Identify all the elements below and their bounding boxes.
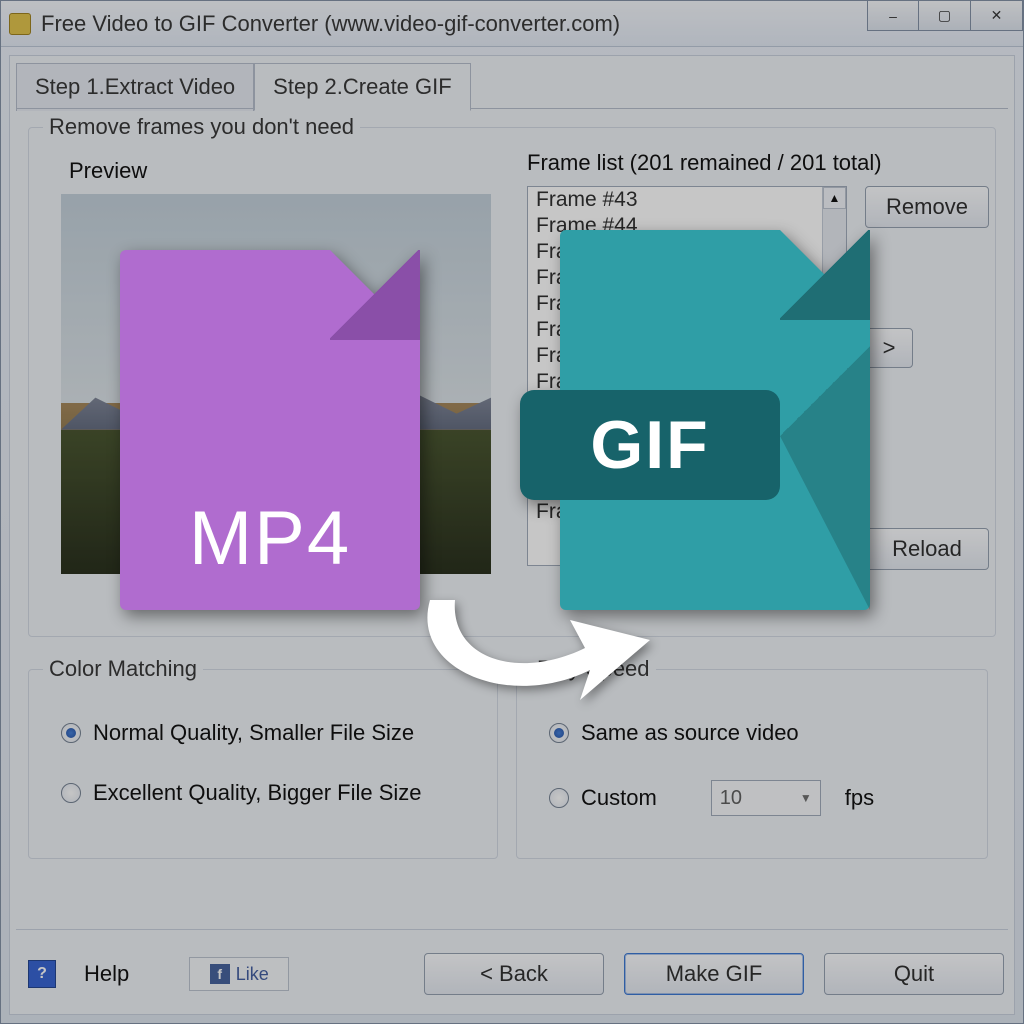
fps-value: 10 bbox=[720, 787, 742, 810]
window-title: Free Video to GIF Converter (www.video-g… bbox=[41, 11, 620, 37]
group-remove-legend: Remove frames you don't need bbox=[43, 114, 360, 140]
frame-list-item[interactable]: Frame #53 bbox=[528, 447, 846, 473]
radio-label: Excellent Quality, Bigger File Size bbox=[93, 780, 422, 806]
radio-same-as-source[interactable]: Same as source video bbox=[549, 720, 799, 746]
tab-step2[interactable]: Step 2.Create GIF bbox=[254, 63, 471, 111]
titlebar: Free Video to GIF Converter (www.video-g… bbox=[1, 1, 1023, 47]
facebook-like-button[interactable]: f Like bbox=[189, 957, 289, 991]
frame-list-item[interactable]: Frame #43 bbox=[528, 187, 846, 213]
radio-icon bbox=[61, 723, 81, 743]
like-label: Like bbox=[236, 964, 269, 985]
radio-label: Normal Quality, Smaller File Size bbox=[93, 720, 414, 746]
radio-icon bbox=[549, 723, 569, 743]
help-link[interactable]: Help bbox=[84, 961, 129, 987]
group-play-speed: Play Speed Same as source video Custom 1… bbox=[516, 669, 988, 859]
back-button[interactable]: < Back bbox=[424, 953, 604, 995]
scroll-down-icon[interactable]: ▼ bbox=[823, 543, 846, 565]
chevron-down-icon: ▼ bbox=[800, 791, 812, 805]
close-button[interactable]: ✕ bbox=[971, 1, 1023, 31]
group-color-legend: Color Matching bbox=[43, 656, 203, 682]
frame-list-item[interactable]: Frame #48 bbox=[528, 317, 846, 343]
frame-list[interactable]: Frame #43Frame #44Frame #45Frame #46Fram… bbox=[527, 186, 847, 566]
frame-list-item[interactable]: Frame #52 bbox=[528, 421, 846, 447]
maximize-button[interactable]: ▢ bbox=[919, 1, 971, 31]
frame-list-item[interactable]: Frame #44 bbox=[528, 213, 846, 239]
radio-excellent-quality[interactable]: Excellent Quality, Bigger File Size bbox=[61, 780, 422, 806]
radio-icon bbox=[61, 783, 81, 803]
frame-list-item[interactable]: Frame #49 bbox=[528, 343, 846, 369]
radio-icon bbox=[549, 788, 569, 808]
frame-list-item[interactable]: Frame #45 bbox=[528, 239, 846, 265]
group-speed-legend: Play Speed bbox=[531, 656, 656, 682]
tab-step1[interactable]: Step 1.Extract Video bbox=[16, 63, 254, 111]
facebook-icon: f bbox=[210, 964, 230, 984]
separator bbox=[16, 929, 1008, 930]
tab-page-step2: Remove frames you don't need Preview Fra… bbox=[16, 108, 1008, 924]
make-gif-button[interactable]: Make GIF bbox=[624, 953, 804, 995]
frame-list-item[interactable]: Frame #54 bbox=[528, 473, 846, 499]
quit-button[interactable]: Quit bbox=[824, 953, 1004, 995]
frame-list-item[interactable]: Frame #50 bbox=[528, 369, 846, 395]
reload-button[interactable]: Reload bbox=[865, 528, 989, 570]
group-remove-frames: Remove frames you don't need Preview Fra… bbox=[28, 127, 996, 637]
preview-image bbox=[61, 194, 491, 574]
minimize-button[interactable]: – bbox=[867, 1, 919, 31]
client-area: Step 1.Extract Video Step 2.Create GIF R… bbox=[9, 55, 1015, 1015]
frame-list-item[interactable]: Frame #46 bbox=[528, 265, 846, 291]
bottom-bar: ? Help f Like < Back Make GIF Quit bbox=[10, 934, 1014, 1014]
app-icon bbox=[9, 13, 31, 35]
app-window: Free Video to GIF Converter (www.video-g… bbox=[0, 0, 1024, 1024]
preview-label: Preview bbox=[69, 158, 147, 184]
radio-label: Custom bbox=[581, 785, 657, 811]
help-icon[interactable]: ? bbox=[28, 960, 56, 988]
fps-unit: fps bbox=[845, 785, 874, 811]
fps-combo[interactable]: 10 ▼ bbox=[711, 780, 821, 816]
window-buttons: – ▢ ✕ bbox=[867, 1, 1023, 31]
next-frame-button[interactable]: > bbox=[865, 328, 913, 368]
radio-label: Same as source video bbox=[581, 720, 799, 746]
scroll-up-icon[interactable]: ▲ bbox=[823, 187, 846, 209]
remove-button[interactable]: Remove bbox=[865, 186, 989, 228]
frame-list-scrollbar[interactable]: ▲ ▼ bbox=[822, 187, 846, 565]
frame-list-item[interactable]: Frame #51 bbox=[528, 395, 846, 421]
frame-list-item[interactable]: Frame #55 bbox=[528, 499, 846, 525]
radio-custom-fps[interactable]: Custom 10 ▼ fps bbox=[549, 780, 874, 816]
frame-list-item[interactable]: Frame #47 bbox=[528, 291, 846, 317]
radio-normal-quality[interactable]: Normal Quality, Smaller File Size bbox=[61, 720, 414, 746]
group-color-matching: Color Matching Normal Quality, Smaller F… bbox=[28, 669, 498, 859]
framelist-label: Frame list (201 remained / 201 total) bbox=[527, 150, 882, 176]
tabs: Step 1.Extract Video Step 2.Create GIF bbox=[16, 62, 471, 110]
